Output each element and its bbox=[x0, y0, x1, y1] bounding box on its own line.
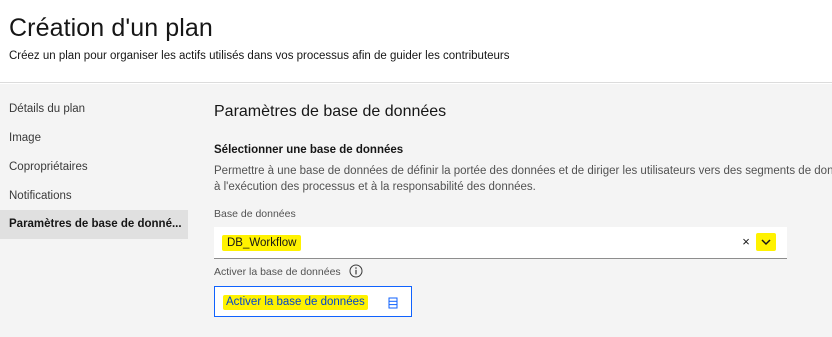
activate-database-button-label: Activer la base de données bbox=[223, 295, 368, 310]
sidebar-item-notifications[interactable]: Notifications bbox=[0, 182, 188, 211]
database-select-value: DB_Workflow bbox=[222, 235, 302, 251]
sidebar-item-plan-details[interactable]: Détails du plan bbox=[0, 95, 188, 124]
database-icon bbox=[388, 296, 398, 309]
description-text: Permettre à une base de données de défin… bbox=[214, 164, 832, 195]
select-database-heading: Sélectionner une base de données bbox=[214, 144, 404, 156]
sidebar-item-database-settings[interactable]: Paramètres de base de donné... bbox=[0, 210, 188, 239]
sidebar-item-co-owners[interactable]: Copropriétaires bbox=[0, 153, 188, 182]
database-select[interactable]: DB_Workflow × bbox=[214, 227, 787, 259]
activate-database-label: Activer la base de données bbox=[214, 266, 341, 278]
description-line-1: Permettre à une base de données de défin… bbox=[214, 165, 832, 177]
page-header: Création d'un plan Créez un plan pour or… bbox=[0, 0, 832, 83]
description-line-2: à l'exécution des processus et à la resp… bbox=[214, 180, 536, 193]
close-icon[interactable]: × bbox=[739, 234, 753, 250]
page-title: Création d'un plan bbox=[9, 14, 213, 42]
chevron-down-icon[interactable] bbox=[756, 233, 776, 251]
info-icon[interactable] bbox=[349, 264, 363, 278]
main-panel: Paramètres de base de données Sélectionn… bbox=[188, 84, 832, 337]
section-title: Paramètres de base de données bbox=[214, 103, 447, 120]
page-subtitle: Créez un plan pour organiser les actifs … bbox=[9, 50, 510, 62]
sidebar-item-image[interactable]: Image bbox=[0, 124, 188, 153]
database-field-label: Base de données bbox=[214, 208, 296, 220]
activate-database-button[interactable]: Activer la base de données bbox=[214, 286, 412, 317]
sidebar-nav: Détails du plan Image Copropriétaires No… bbox=[0, 84, 188, 337]
